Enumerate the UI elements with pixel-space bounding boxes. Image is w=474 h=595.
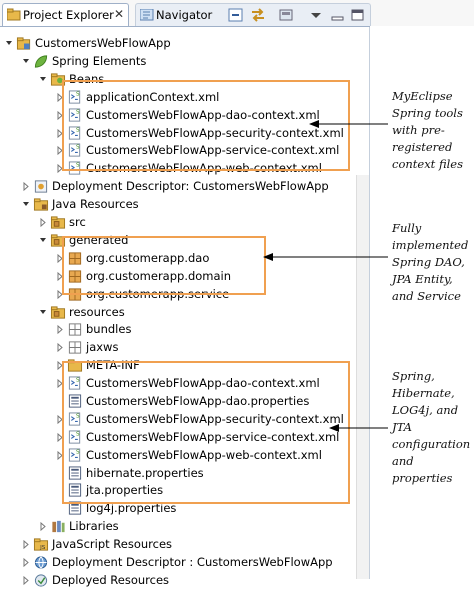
annotation-generated: Fully implemented Spring DAO, JPA Entity… xyxy=(392,220,468,305)
annotation-spring-tools: MyEclipse Spring tools with pre- registe… xyxy=(392,88,463,173)
annotation-line: Spring tools xyxy=(392,106,463,120)
annotation-line: with pre- xyxy=(392,123,445,137)
annotation-line: Spring DAO, xyxy=(392,255,465,269)
annotation-line: LOG4j, and xyxy=(392,403,459,417)
annotation-line: and Service xyxy=(392,289,461,303)
annotation-line: implemented xyxy=(392,238,469,252)
annotation-line: context files xyxy=(392,157,464,171)
annotation-line: registered xyxy=(392,140,453,154)
annotation-line: Fully xyxy=(392,221,422,235)
annotation-line: MyEclipse xyxy=(392,89,453,103)
annotation-line: JTA xyxy=(392,420,412,434)
annotation-config: Spring, Hibernate, LOG4j, and JTA config… xyxy=(392,368,470,487)
annotation-line: JPA Entity, xyxy=(392,272,453,286)
annotation-line: configuration xyxy=(392,437,471,451)
annotation-line: properties xyxy=(392,471,453,485)
annotation-line: Spring, xyxy=(392,369,435,383)
annotation-line: and xyxy=(392,454,414,468)
annotation-line: Hibernate, xyxy=(392,386,455,400)
